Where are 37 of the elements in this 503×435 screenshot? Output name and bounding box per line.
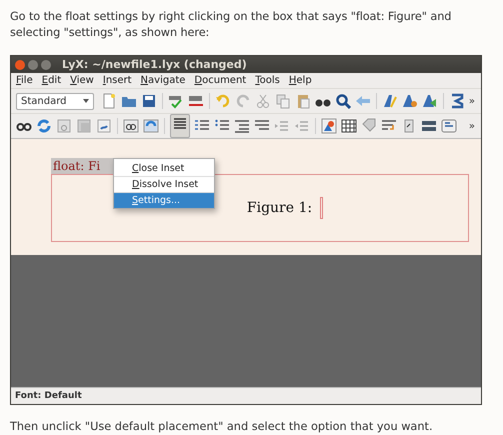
menu-item[interactable]: Tools <box>255 75 280 86</box>
toolbar-overflow[interactable]: » <box>468 120 475 132</box>
intro-text: Go to the float settings by right clicking on the box that says "float: Figure" and selecting "settings", as shown here: <box>9 9 452 41</box>
font-icon[interactable] <box>402 93 418 109</box>
close-icon[interactable] <box>15 60 25 70</box>
table-icon[interactable] <box>341 118 357 134</box>
layout-dropdown[interactable]: Standard <box>16 92 94 110</box>
window-title: LyX: ~/newfile1.lyx (changed) <box>62 58 247 71</box>
menu-item[interactable]: Navigate <box>140 75 186 86</box>
document-icon[interactable] <box>96 118 112 134</box>
menu-item[interactable]: Document <box>194 75 246 86</box>
save-icon[interactable] <box>141 93 158 109</box>
minimize-icon[interactable] <box>28 60 38 70</box>
spellcheck-icon[interactable] <box>168 93 184 109</box>
clipboard-icon[interactable] <box>295 93 312 109</box>
menu-item[interactable]: View <box>70 75 94 86</box>
font-icon[interactable] <box>422 93 438 109</box>
figure-caption: Figure 1: <box>246 200 312 216</box>
menu-item[interactable]: File <box>16 75 33 86</box>
outro-text: Then unclick "Use default placement" and select the option that you want. <box>9 419 434 435</box>
toolbar-overflow[interactable]: » <box>468 96 476 106</box>
note-icon[interactable] <box>441 118 457 134</box>
align-justify-icon[interactable] <box>172 116 188 132</box>
menu-item[interactable]: Help <box>288 75 312 86</box>
list-icon[interactable] <box>234 118 250 134</box>
menu-item[interactable]: Settings... <box>114 192 214 208</box>
spellcheck-icon[interactable] <box>188 93 204 109</box>
text-cursor <box>320 197 324 219</box>
preview-icon[interactable] <box>123 118 139 134</box>
new-document-icon[interactable] <box>101 93 118 109</box>
status-bar: Font: Default <box>11 387 481 404</box>
image-icon[interactable] <box>321 118 337 134</box>
maximize-icon[interactable] <box>41 60 51 70</box>
search-icon[interactable] <box>335 93 352 109</box>
menu-item[interactable]: Insert <box>102 75 132 86</box>
font-style-icon[interactable] <box>382 93 398 109</box>
menu-item[interactable]: Edit <box>42 75 62 86</box>
